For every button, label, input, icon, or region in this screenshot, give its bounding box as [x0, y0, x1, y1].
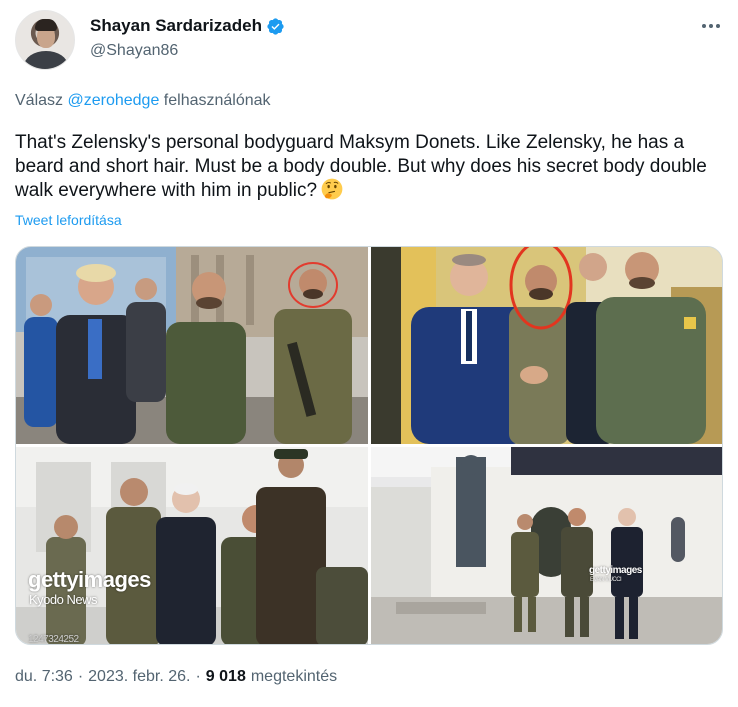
author-name-row[interactable]: Shayan Sardarizadeh [90, 16, 285, 36]
photo-1[interactable] [16, 247, 368, 444]
author-display-name[interactable]: Shayan Sardarizadeh [90, 16, 262, 36]
tweet-meta: du. 7:36 · 2023. febr. 26. · 9 018 megte… [15, 668, 337, 686]
views-label: megtekintés [250, 668, 338, 685]
thinking-face-icon [321, 178, 343, 200]
reply-mention-link[interactable]: @zerohedge [67, 92, 159, 109]
translate-tweet-link[interactable]: Tweet lefordítása [15, 212, 122, 228]
more-options-icon[interactable] [699, 16, 723, 36]
watermark-image-id: 1247324252 [28, 634, 79, 645]
media-grid: gettyimages Kyodo News 1247324252 gettyi… [15, 246, 723, 645]
watermark-credit: Kyodo News [29, 592, 97, 607]
tweet-time[interactable]: du. 7:36 [15, 668, 73, 686]
watermark-small-credit: EVAN VUCCI [590, 577, 622, 583]
tweet-date[interactable]: 2023. febr. 26. [88, 668, 190, 686]
watermark-brand: gettyimages [28, 567, 151, 592]
reply-suffix: felhasználónak [163, 92, 271, 109]
avatar[interactable] [15, 10, 75, 70]
reply-context: Válasz @zerohedge felhasználónak [15, 92, 271, 110]
tweet-header: Shayan Sardarizadeh @Shayan86 [15, 10, 723, 72]
meta-separator: · [77, 668, 84, 685]
verified-badge-icon [266, 17, 285, 36]
photo-2[interactable] [371, 247, 722, 444]
photo-3[interactable]: gettyimages Kyodo News 1247324252 [16, 447, 368, 645]
author-handle[interactable]: @Shayan86 [90, 42, 178, 60]
tweet-body: That's Zelensky's personal bodyguard Mak… [15, 132, 707, 201]
views-count[interactable]: 9 018 [206, 668, 246, 686]
reply-prefix: Válasz [15, 92, 64, 109]
photo-4[interactable]: gettyimages EVAN VUCCI [371, 447, 722, 644]
meta-separator: · [195, 668, 201, 685]
tweet-text: That's Zelensky's personal bodyguard Mak… [15, 131, 725, 203]
watermark-small-brand: gettyimages [589, 565, 642, 576]
